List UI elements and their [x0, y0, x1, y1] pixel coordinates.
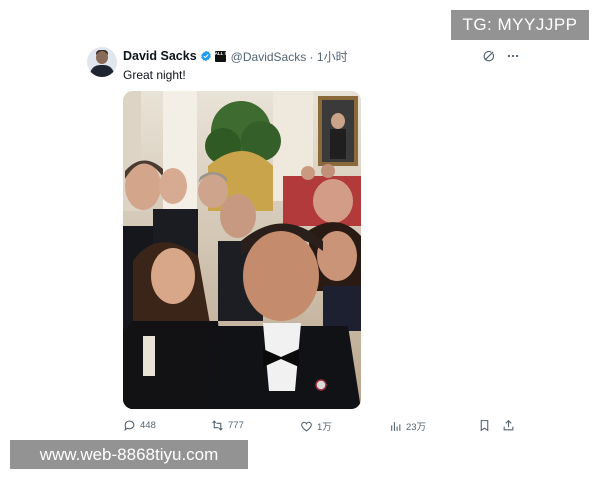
bookmark-button[interactable]	[478, 419, 491, 432]
grok-icon[interactable]	[482, 49, 496, 63]
avatar[interactable]	[87, 47, 117, 77]
like-icon	[301, 421, 312, 431]
bookmark-icon	[480, 420, 489, 432]
views-count: 23万	[406, 422, 427, 433]
retweet-count: 777	[228, 420, 244, 431]
affiliate-badge[interactable]: ALL IN	[214, 50, 229, 62]
tweet-time[interactable]: 1小时	[317, 50, 348, 64]
verified-icon	[200, 50, 211, 62]
watermark-top: TG: MYYJJPP	[451, 10, 589, 40]
like-count: 1万	[317, 422, 332, 433]
tweet-header: David Sacks ALL IN @DavidSacks · 1小时	[123, 48, 348, 64]
author-handle[interactable]: @DavidSacks · 1小时	[231, 48, 348, 65]
views-icon	[391, 421, 401, 431]
tweet-text: Great night!	[123, 68, 186, 82]
reply-button[interactable]: 448	[123, 419, 156, 432]
reply-count: 448	[140, 420, 156, 431]
tweet-photo[interactable]	[123, 91, 361, 409]
views-button[interactable]: 23万	[389, 419, 426, 433]
watermark-bottom: www.web-8868tiyu.com	[10, 440, 248, 469]
like-button[interactable]: 1万	[300, 419, 332, 433]
reply-icon	[124, 420, 135, 432]
author-name[interactable]: David Sacks	[123, 49, 197, 63]
retweet-icon	[212, 420, 223, 431]
share-button[interactable]	[502, 419, 515, 432]
tweet-actions: 448 777 1万 23万	[123, 419, 518, 435]
share-icon	[503, 419, 514, 431]
retweet-button[interactable]: 777	[211, 419, 244, 432]
more-icon[interactable]	[506, 49, 520, 63]
tweet-top-actions	[482, 49, 520, 63]
